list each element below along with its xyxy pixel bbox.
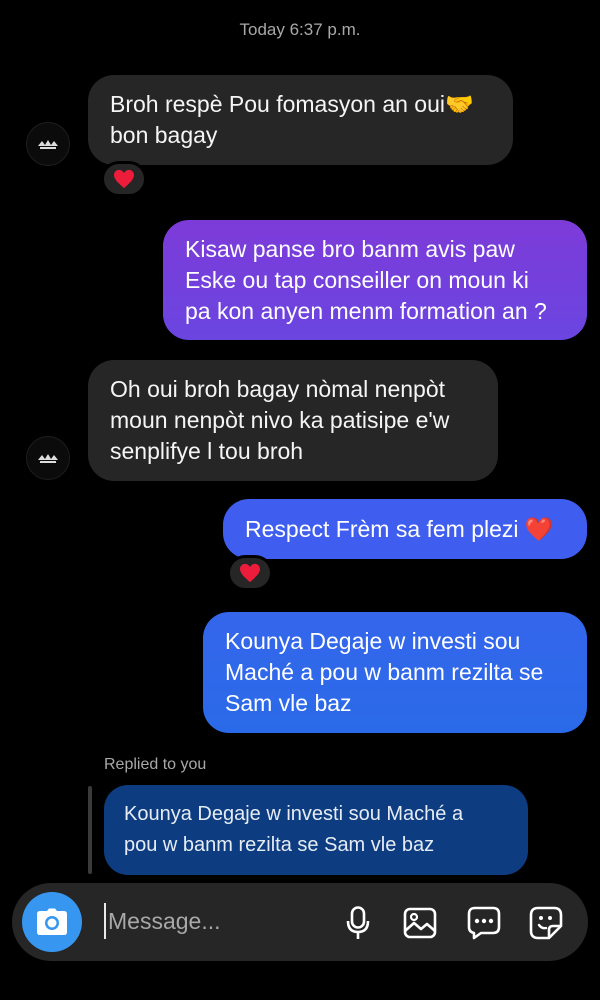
thread-timestamp: Today 6:37 p.m.	[239, 20, 361, 39]
message-text-line: Kisaw panse bro banm avis paw	[185, 235, 515, 262]
message-text-line: Oh oui broh bagay nòmal nenpòt	[110, 376, 446, 402]
incoming-message-bubble[interactable]: Broh respè Pou fomasyon an oui🤝 bon baga…	[88, 75, 513, 165]
avatar-logo-icon	[38, 454, 58, 463]
incoming-message-bubble[interactable]: Oh oui broh bagay nòmal nenpòt moun nenp…	[88, 360, 498, 481]
contact-avatar[interactable]	[26, 122, 70, 166]
contact-avatar[interactable]	[26, 436, 70, 480]
outgoing-message-bubble[interactable]: Respect Frèm sa fem plezi ❤️	[223, 499, 587, 559]
message-text-line: Eske ou tap conseiller on moun ki	[185, 266, 529, 293]
gallery-icon	[403, 907, 437, 939]
quoted-text-line: Kounya Degaje w investi sou Maché a	[124, 803, 464, 825]
heart-icon	[240, 563, 260, 583]
chat-options-button[interactable]	[464, 903, 504, 943]
message-input[interactable]	[104, 903, 334, 939]
message-text-line: bon bagay	[110, 122, 218, 148]
gallery-button[interactable]	[400, 903, 440, 943]
dm-thread-screen: Today 6:37 p.m. Broh respè Pou fomasyon …	[0, 0, 600, 1000]
message-text-line: pa kon anyen menm formation an ?	[185, 297, 547, 324]
message-text-line: Sam vle baz	[225, 690, 352, 716]
replied-to-label: Replied to you	[104, 756, 207, 773]
message-composer	[12, 883, 588, 961]
heart-reaction[interactable]	[227, 555, 273, 591]
heart-icon	[114, 169, 134, 189]
reply-quote-bar	[88, 786, 92, 874]
microphone-icon	[346, 906, 370, 939]
message-text-line: Maché a pou w banm rezilta se	[225, 659, 544, 685]
avatar-logo-icon	[38, 140, 58, 149]
message-text-line: Broh respè Pou fomasyon an oui🤝	[110, 91, 474, 117]
quoted-reply-bubble[interactable]: Kounya Degaje w investi sou Maché a pou …	[104, 785, 528, 875]
outgoing-message-bubble[interactable]: Kisaw panse bro banm avis paw Eske ou ta…	[163, 220, 587, 340]
message-text-line: moun nenpòt nivo ka patisipe e'w	[110, 407, 450, 433]
message-text-line: senplifye l tou broh	[110, 438, 304, 464]
outgoing-message-bubble[interactable]: Kounya Degaje w investi sou Maché a pou …	[203, 612, 587, 733]
sticker-icon	[529, 906, 563, 940]
quoted-text-line: pou w banm rezilta se Sam vle baz	[124, 834, 435, 856]
chat-options-icon	[467, 906, 501, 940]
message-text-line: Kounya Degaje w investi sou	[225, 628, 521, 654]
message-text-line: Respect Frèm sa fem plezi ❤️	[245, 515, 554, 542]
heart-reaction[interactable]	[101, 161, 147, 197]
camera-button[interactable]	[22, 892, 82, 952]
camera-icon	[37, 908, 67, 935]
microphone-button[interactable]	[338, 903, 378, 943]
sticker-button[interactable]	[526, 903, 566, 943]
